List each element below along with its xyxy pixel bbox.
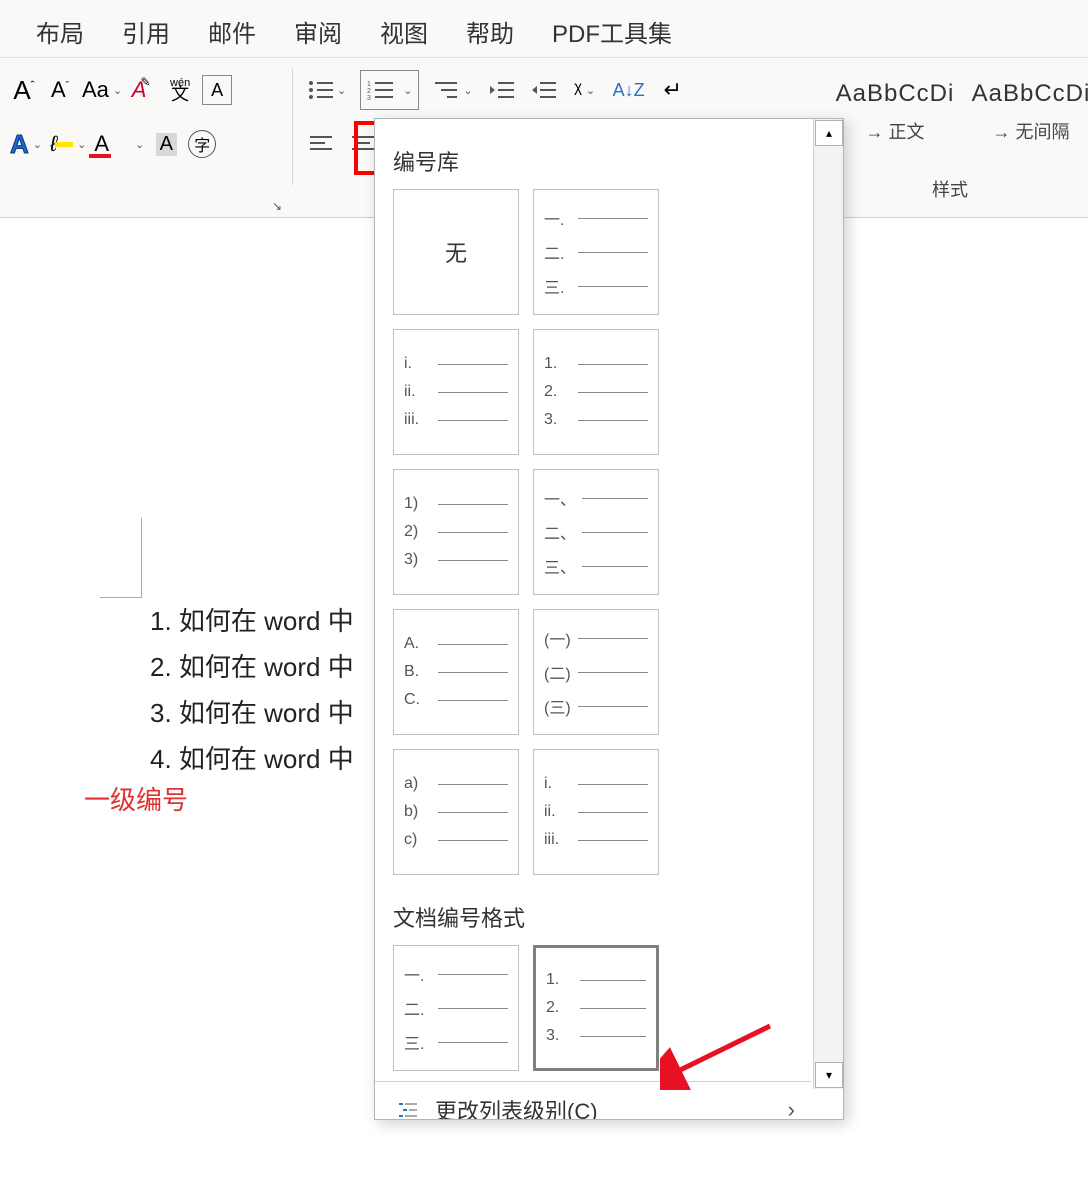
- text-effects-button[interactable]: A⌄: [10, 124, 42, 164]
- list-item: 1. 如何在 word 中: [150, 598, 354, 644]
- style-sample: AaBbCcDi: [972, 80, 1088, 108]
- tab-review[interactable]: 审阅: [294, 14, 342, 49]
- style-name: → 正文: [865, 118, 924, 144]
- numbering-dropdown: 编号库 无 一. 二. 三. i. ii. iii. 1. 2. 3. 1) 2…: [374, 118, 844, 1120]
- style-normal[interactable]: AaBbCcDi → 正文: [840, 80, 950, 144]
- tab-reference[interactable]: 引用: [122, 14, 170, 49]
- enclose-char-button[interactable]: 字: [188, 124, 216, 164]
- sort-button[interactable]: A↓Z: [613, 70, 645, 110]
- svg-text:2: 2: [367, 88, 371, 95]
- asian-layout-button[interactable]: ᵡ⌄: [571, 70, 599, 110]
- char-shading-button[interactable]: A: [152, 124, 180, 164]
- list-item: 4. 如何在 word 中: [150, 736, 354, 782]
- tab-help[interactable]: 帮助: [466, 14, 514, 49]
- outdent-icon: [488, 79, 514, 101]
- tab-view[interactable]: 视图: [380, 14, 428, 49]
- numbering-cjk-paren[interactable]: (一) (二) (三): [533, 609, 659, 735]
- tab-mail[interactable]: 邮件: [208, 14, 256, 49]
- list-item: 2. 如何在 word 中: [150, 644, 354, 690]
- clear-format-button[interactable]: A✎: [130, 70, 158, 110]
- increase-indent-button[interactable]: [529, 70, 557, 110]
- highlight-button[interactable]: ℓ⌄: [50, 124, 86, 164]
- scroll-up-button[interactable]: ▴: [815, 120, 843, 146]
- annotation-red-text: 一级编号: [84, 780, 188, 817]
- numbering-button[interactable]: 123 ⌄: [360, 70, 419, 110]
- style-sample: AaBbCcDi: [836, 80, 955, 108]
- menu-label: 更改列表级别(C): [435, 1094, 598, 1119]
- numbering-roman-lower-2[interactable]: i. ii. iii.: [533, 749, 659, 875]
- numbering-arabic-period[interactable]: 1. 2. 3.: [533, 329, 659, 455]
- decrease-font-button[interactable]: Aˇ: [46, 70, 74, 110]
- tab-layout[interactable]: 布局: [36, 14, 84, 49]
- style-name: → 无间隔: [992, 118, 1069, 144]
- numbering-cjk-comma[interactable]: 一、 二、 三、: [533, 469, 659, 595]
- numbering-lower-alpha-paren[interactable]: a) b) c): [393, 749, 519, 875]
- multilevel-icon: [433, 79, 459, 101]
- chevron-right-icon: ›: [788, 1097, 795, 1119]
- char-border-button[interactable]: A: [202, 70, 232, 110]
- align-left-button[interactable]: [307, 124, 335, 164]
- tab-pdf[interactable]: PDF工具集: [552, 14, 672, 49]
- show-marks-button[interactable]: ↵: [659, 70, 687, 110]
- document-formats-title: 文档编号格式: [375, 875, 811, 945]
- document-text[interactable]: 1. 如何在 word 中 2. 如何在 word 中 3. 如何在 word …: [150, 598, 354, 782]
- phonetic-guide-button[interactable]: wén文: [166, 70, 194, 110]
- indent-icon: [530, 79, 556, 101]
- list-item: 3. 如何在 word 中: [150, 690, 354, 736]
- change-list-level-menu[interactable]: 更改列表级别(C) ›: [375, 1082, 811, 1119]
- numbering-library-title: 编号库: [375, 119, 811, 189]
- style-nospacing[interactable]: AaBbCcDi → 无间隔: [976, 80, 1086, 144]
- numbering-none[interactable]: 无: [393, 189, 519, 315]
- decrease-indent-button[interactable]: [487, 70, 515, 110]
- numbering-cjk-period[interactable]: 一. 二. 三.: [533, 189, 659, 315]
- font-group-launcher[interactable]: ↘: [272, 199, 282, 213]
- align-left-icon: [309, 134, 333, 154]
- increase-font-button[interactable]: Aˆ: [10, 70, 38, 110]
- align-center-button[interactable]: [349, 124, 377, 164]
- popup-scrollbar[interactable]: ▴ ▾: [813, 119, 843, 1089]
- bullets-icon: [307, 79, 333, 101]
- numbering-roman-lower[interactable]: i. ii. iii.: [393, 329, 519, 455]
- numbering-icon: 123: [367, 79, 393, 101]
- numbering-arabic-paren[interactable]: 1) 2) 3): [393, 469, 519, 595]
- change-level-icon: [395, 1099, 421, 1119]
- align-center-icon: [351, 134, 375, 154]
- styles-group-label: 样式: [822, 176, 1078, 202]
- multilevel-list-button[interactable]: ⌄: [433, 70, 472, 110]
- docformat-arabic-selected[interactable]: 1. 2. 3.: [533, 945, 659, 1071]
- font-color-button[interactable]: A⌄: [94, 124, 144, 164]
- scroll-down-button[interactable]: ▾: [815, 1062, 843, 1088]
- numbering-upper-alpha[interactable]: A. B. C.: [393, 609, 519, 735]
- docformat-cjk[interactable]: 一. 二. 三.: [393, 945, 519, 1071]
- svg-text:1: 1: [367, 81, 371, 88]
- svg-text:3: 3: [367, 95, 371, 101]
- bullets-button[interactable]: ⌄: [307, 70, 346, 110]
- page-corner: [100, 518, 142, 598]
- change-case-button[interactable]: Aa⌄: [82, 70, 122, 110]
